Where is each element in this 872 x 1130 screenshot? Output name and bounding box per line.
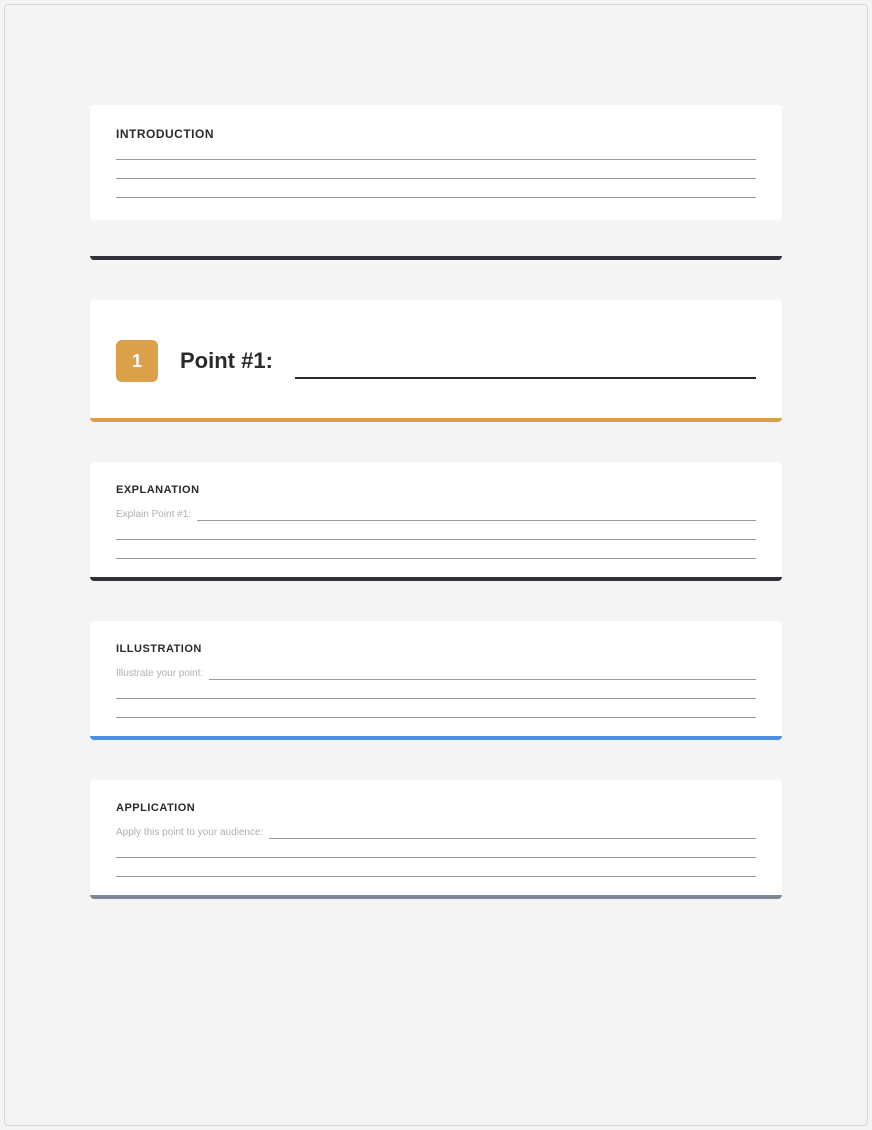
point-label: Point #1: [180,348,273,374]
writing-line[interactable] [269,838,756,839]
explanation-hint-row: Explain Point #1: [116,510,756,521]
application-hint-row: Apply this point to your audience: [116,828,756,839]
explanation-card: EXPLANATION Explain Point #1: [90,462,782,581]
application-accent-bar [90,895,782,899]
writing-line[interactable] [116,717,756,718]
explanation-accent-bar [90,577,782,581]
explanation-hint: Explain Point #1: [116,510,191,521]
illustration-accent-bar [90,736,782,740]
writing-line[interactable] [197,520,756,521]
point-title-line[interactable] [295,377,756,379]
worksheet-page: INTRODUCTION 1 Point #1: EXPLANATION Exp… [4,4,868,1126]
writing-line[interactable] [116,876,756,877]
writing-line[interactable] [116,539,756,540]
writing-line[interactable] [116,558,756,559]
point-accent-bar [90,418,782,422]
writing-line[interactable] [116,178,756,179]
writing-line[interactable] [116,857,756,858]
introduction-card: INTRODUCTION [90,105,782,220]
explanation-heading: EXPLANATION [116,484,756,496]
introduction-heading: INTRODUCTION [116,127,756,141]
application-heading: APPLICATION [116,802,756,814]
writing-line[interactable] [116,698,756,699]
introduction-accent-bar [90,256,782,260]
application-hint: Apply this point to your audience: [116,828,263,839]
illustration-heading: ILLUSTRATION [116,643,756,655]
writing-line[interactable] [209,679,756,680]
application-card: APPLICATION Apply this point to your aud… [90,780,782,899]
illustration-hint-row: Illustrate your point: [116,669,756,680]
writing-line[interactable] [116,197,756,198]
writing-line[interactable] [116,159,756,160]
point-header-card: 1 Point #1: [90,300,782,422]
illustration-card: ILLUSTRATION Illustrate your point: [90,621,782,740]
illustration-hint: Illustrate your point: [116,669,203,680]
point-number-badge: 1 [116,340,158,382]
